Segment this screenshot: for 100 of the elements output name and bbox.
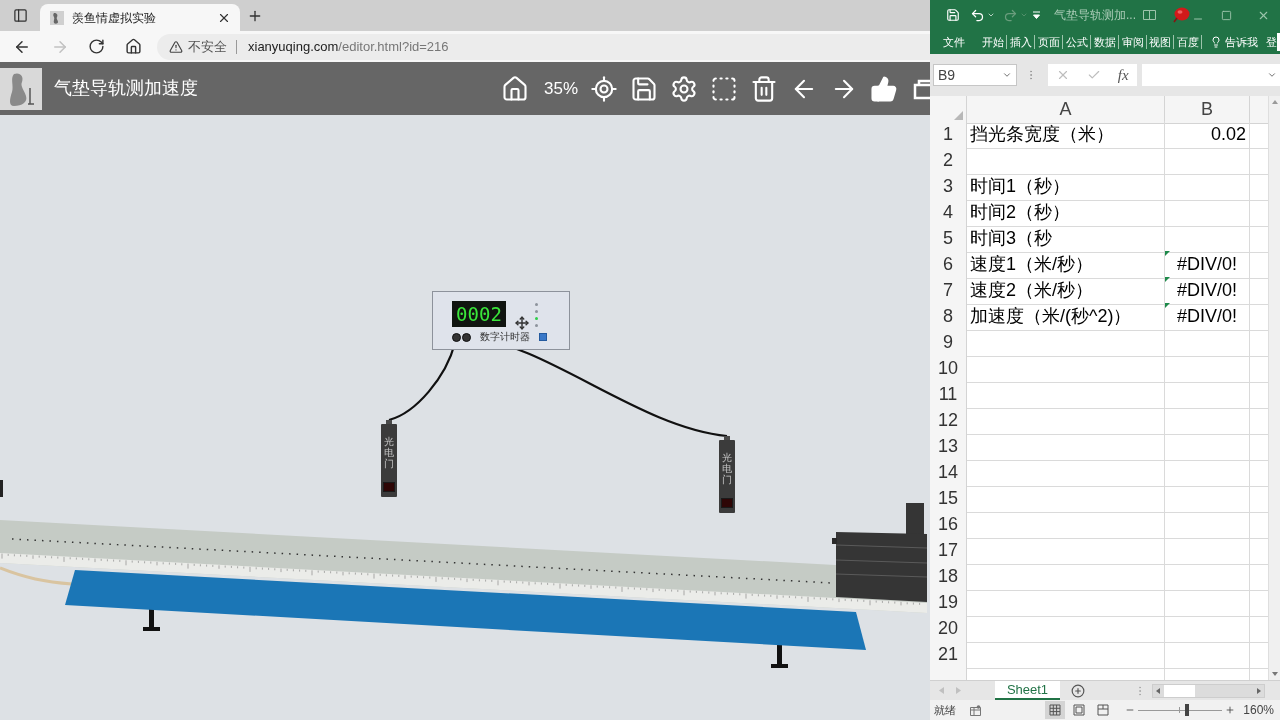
app-title: 气垫导轨测加速度 [54,77,198,100]
row-header[interactable]: 21 [930,641,967,669]
thumbs-up-icon[interactable] [870,74,898,103]
refresh-icon[interactable] [88,38,105,55]
ribbon-tab[interactable]: 公式 [1065,36,1088,48]
vertical-scrollbar[interactable] [1268,96,1280,680]
move-cursor-icon [515,316,529,330]
home-icon[interactable] [125,38,142,55]
caret-icon[interactable] [987,11,995,19]
tell-me-button[interactable]: 告诉我 [1210,36,1259,48]
row-header[interactable]: 9 [930,329,967,357]
row-header[interactable]: 8 [930,303,967,331]
dashed-select-icon[interactable] [710,74,738,103]
row-header[interactable]: 10 [930,355,967,383]
ribbon-display-icon[interactable] [1143,10,1156,20]
error-flag-icon [1165,303,1170,308]
row-header[interactable]: 19 [930,589,967,617]
settings-icon[interactable] [670,74,698,103]
maximize-icon[interactable] [1221,9,1232,21]
row-header[interactable]: 12 [930,407,967,435]
url-field[interactable]: 不安全 xianyuqing.com/editor.html?id=216 [157,33,930,60]
error-flag-icon [1165,251,1170,256]
table-cell: 加速度（米/(秒^2)） [967,303,1165,331]
security-label: 不安全 [188,37,227,56]
warning-icon [169,39,183,54]
table-cell: 时间3（秒 [967,225,1165,253]
undo-icon[interactable] [970,7,985,23]
table-cell: 速度2（米/秒） [967,277,1165,305]
lightbulb-icon [1210,36,1223,48]
row-header[interactable]: 7 [930,277,967,305]
macro-record-icon[interactable] [970,704,981,716]
row-header[interactable]: 13 [930,433,967,461]
support-leg [771,645,788,668]
row-header[interactable]: 11 [930,381,967,409]
sensor-window-icon [721,498,733,508]
row-header[interactable]: 14 [930,459,967,487]
column-header[interactable]: B [1165,96,1250,124]
pin-icon [1173,7,1190,23]
save-icon[interactable] [630,74,658,103]
ribbon-tab[interactable]: 页面 [1037,36,1060,48]
zoom-in-icon[interactable] [1225,705,1236,715]
browser-tab[interactable]: 羡鱼情虚拟实验 [40,4,240,31]
zoom-level: 35% [543,77,578,100]
view-icon [1049,704,1062,716]
table-cell: 挡光条宽度（米） [967,121,1165,149]
zoom-slider[interactable] [1138,704,1223,716]
sign-in-link[interactable]: 登 [1266,36,1278,48]
row-header[interactable]: 4 [930,199,967,227]
status-text: 就绪 [934,702,956,718]
view-button[interactable] [1045,701,1066,719]
slider-thumb[interactable] [1185,704,1189,716]
tab-actions-icon[interactable] [12,8,28,23]
ribbon-tab[interactable]: 插入 [1009,36,1032,48]
ribbon-tab[interactable]: 百度 [1177,36,1200,48]
insert-function-button[interactable]: fx [1117,67,1129,83]
scrollbar-thumb[interactable] [1164,684,1195,697]
expand-icon[interactable] [1267,70,1277,80]
ribbon-tab[interactable]: 开始 [982,36,1004,48]
home-icon[interactable] [500,74,529,103]
timer-label: 数字计时器 [480,332,530,342]
row-header[interactable]: 6 [930,251,967,279]
crosshair-icon[interactable] [590,74,618,103]
row-header[interactable]: 20 [930,615,967,643]
row-header[interactable]: 1 [930,121,967,149]
save-icon[interactable] [946,8,960,22]
url-text: xianyuqing.com/editor.html?id=216 [248,37,449,56]
scroll-up-icon[interactable] [1271,100,1278,104]
ribbon-tab[interactable]: 审阅 [1121,36,1144,48]
horizontal-scrollbar[interactable] [1152,683,1265,698]
trash-icon[interactable] [750,74,778,103]
column-header[interactable]: A [967,96,1165,124]
ribbon-tab[interactable]: 文件 [943,36,965,48]
name-box[interactable]: B9 [933,64,1017,86]
timer-display: 0002 [452,301,506,327]
cell-text: #DIV/0! [1177,305,1237,328]
view-icon [1073,704,1086,716]
row-header[interactable]: 2 [930,147,967,175]
scroll-right-icon[interactable] [1257,687,1261,694]
sensor-window-icon [383,482,395,492]
ribbon-tab[interactable]: 视图 [1149,36,1172,48]
row-header[interactable]: 15 [930,485,967,513]
gate-label: 光电门 [384,436,394,469]
cell-text: 0.02 [1210,123,1246,146]
row-header[interactable]: 16 [930,511,967,539]
view-icon [1097,704,1110,716]
error-flag-icon [1165,277,1170,282]
table-cell: 时间2（秒） [967,199,1165,227]
add-sheet-icon[interactable] [1071,683,1085,698]
row-header[interactable]: 18 [930,563,967,591]
scroll-left-icon[interactable] [1156,687,1160,694]
row-header[interactable]: 17 [930,537,967,565]
formula-field[interactable] [1142,64,1280,86]
caret-icon [1002,70,1012,80]
scroll-down-icon[interactable] [1271,672,1278,676]
sheet-tab[interactable]: Sheet1 [995,681,1060,700]
customize-icon[interactable] [1033,11,1040,19]
row-header[interactable]: 3 [930,173,967,201]
ribbon-tab[interactable]: 数据 [1093,36,1116,48]
row-header[interactable]: 5 [930,225,967,253]
table-cell: 时间1（秒） [967,173,1165,201]
